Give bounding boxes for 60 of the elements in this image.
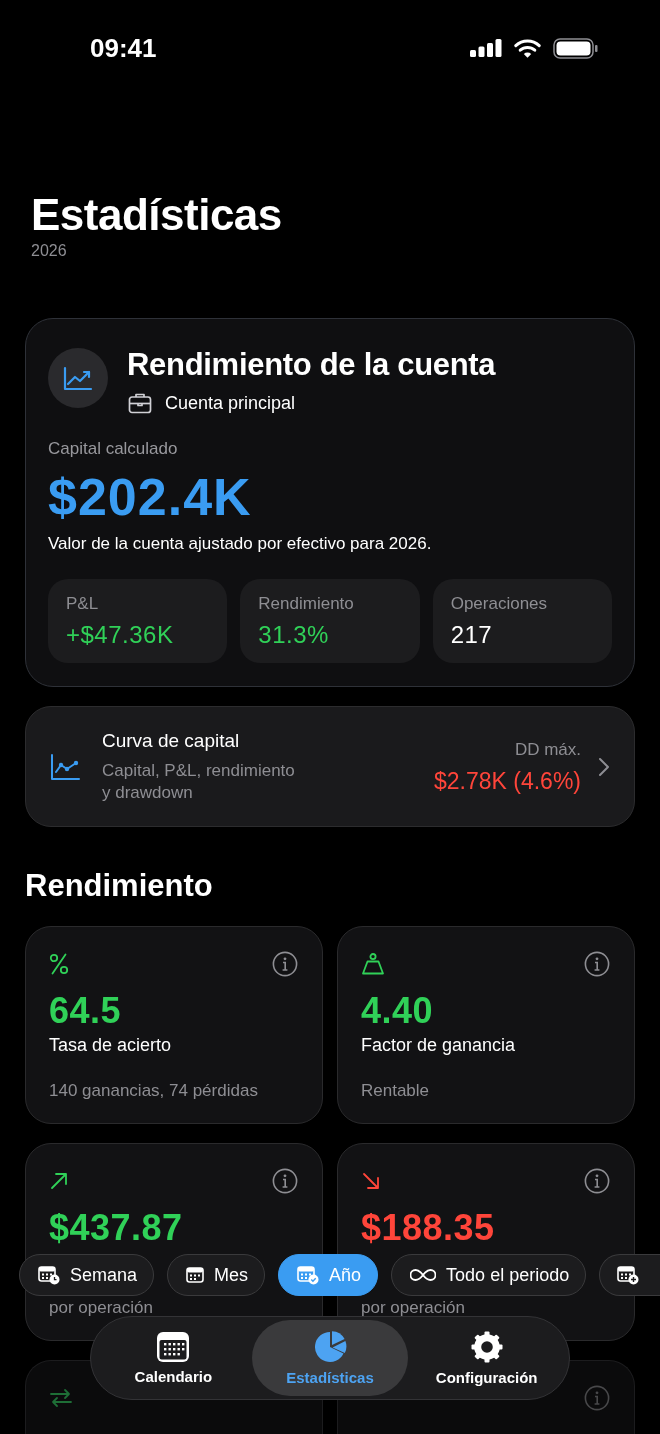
calendar-check-icon (297, 1265, 320, 1285)
card-title: Rendimiento de la cuenta (127, 347, 496, 383)
chevron-right-icon (598, 756, 610, 777)
capital-label: Capital calculado (48, 439, 178, 459)
stat-label: Rendimiento (258, 594, 354, 614)
arrow-down-right-icon (361, 1171, 381, 1191)
settings-icon (469, 1329, 504, 1364)
metric-value: $188.35 (361, 1208, 495, 1248)
calendar-icon (156, 1330, 191, 1363)
period-chip[interactable]: Semana (19, 1254, 155, 1296)
metric-value: 64.5 (49, 991, 122, 1031)
year-subtitle: 2026 (31, 242, 67, 260)
infinity-icon (410, 1268, 437, 1282)
info-icon[interactable] (272, 951, 298, 977)
wifi-icon (514, 38, 541, 58)
calendar-icon (186, 1266, 205, 1284)
info-icon[interactable] (272, 1168, 298, 1194)
equity-curve-card[interactable]: Curva de capital Capital, P&L, rendimiento y drawdown DD máx. $2.78K (4.6%) (25, 706, 635, 827)
battery-icon (553, 37, 598, 59)
metric-value: $437.87 (49, 1208, 183, 1248)
metric-label: Tasa de acierto (49, 1034, 172, 1057)
chart-icon (48, 348, 108, 408)
metric-detail: Rentable (361, 1081, 430, 1101)
drawdown-label: DD máx. (514, 738, 581, 761)
account-name: Cuenta principal (165, 392, 296, 414)
metric-value: 4.40 (361, 991, 434, 1031)
info-icon[interactable] (584, 951, 610, 977)
calendar-plus-icon (617, 1265, 640, 1285)
curve-subtitle: Capital, P&L, rendimiento y drawdown (102, 760, 296, 804)
signal-icon (470, 39, 502, 57)
tab[interactable]: Estadísticas (251, 1320, 409, 1396)
stat-value: 31.3% (258, 620, 329, 649)
stat-label: P&L (66, 594, 99, 614)
tab[interactable]: Calendario (95, 1320, 252, 1396)
section-title: Rendimiento (25, 868, 213, 904)
pie-chart-icon (313, 1329, 347, 1364)
weight-icon (361, 953, 385, 975)
arrow-up-right-icon (49, 1171, 69, 1191)
metric-detail: por operación (49, 1298, 153, 1318)
period-chip[interactable]: Mes (167, 1254, 266, 1296)
stat-value: +$47.36K (66, 620, 174, 649)
tab[interactable]: Configuración (408, 1320, 565, 1396)
capital-description: Valor de la cuenta ajustado por efectivo para 2026. (48, 533, 432, 555)
metric-detail: por operación (361, 1298, 465, 1318)
drawdown-value: $2.78K (4.6%) (433, 766, 581, 795)
period-chip[interactable] (599, 1254, 660, 1296)
capital-value: $202.4K (48, 468, 252, 526)
info-icon[interactable] (584, 1168, 610, 1194)
line-chart-icon (50, 752, 80, 781)
percent-icon (49, 953, 69, 975)
stat-label: Operaciones (450, 594, 548, 614)
page-title: Estadísticas (31, 191, 282, 239)
status-time: 09:41 (90, 33, 157, 63)
period-chip[interactable]: Todo el periodo (391, 1254, 587, 1296)
briefcase-icon (128, 392, 152, 414)
stat-value: 217 (450, 620, 493, 649)
metric-label: Factor de ganancia (361, 1034, 516, 1057)
metric-detail: 140 ganancias, 74 pérdidas (49, 1081, 258, 1101)
calendar-clock-icon (38, 1265, 60, 1285)
curve-title: Curva de capital (102, 729, 240, 753)
